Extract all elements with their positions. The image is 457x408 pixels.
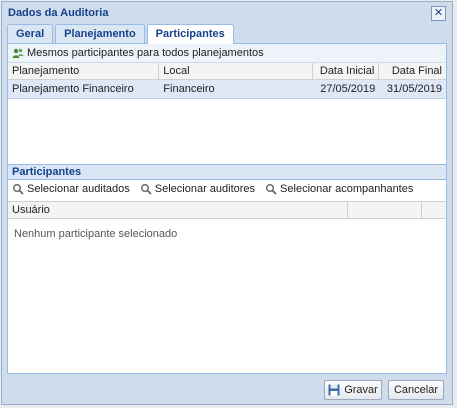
select-audited-label: Selecionar auditados bbox=[27, 183, 130, 195]
search-icon bbox=[265, 183, 277, 195]
tab-geral[interactable]: Geral bbox=[7, 24, 54, 43]
close-icon[interactable]: ✕ bbox=[431, 5, 446, 21]
tab-strip: Geral Planejamento Participantes bbox=[7, 24, 447, 44]
cell-data-inicial: 27/05/2019 bbox=[320, 83, 376, 95]
col-usuario[interactable]: Usuário bbox=[8, 202, 349, 218]
col-local[interactable]: Local bbox=[159, 63, 313, 79]
plan-toolbar: Mesmos participantes para todos planejam… bbox=[8, 44, 446, 63]
tab-planejamento[interactable]: Planejamento bbox=[55, 24, 145, 43]
select-auditors-label: Selecionar auditores bbox=[154, 183, 256, 195]
cell-planejamento: Planejamento Financeiro bbox=[12, 83, 134, 95]
participants-panel: Mesmos participantes para todos planejam… bbox=[7, 44, 447, 374]
cell-data-final: 31/05/2019 bbox=[386, 83, 442, 95]
plan-grid-header: Planejamento Local Data Inicial Data Fin… bbox=[8, 63, 446, 80]
col-data-inicial[interactable]: Data Inicial bbox=[313, 63, 380, 79]
cell-local: Financeiro bbox=[163, 83, 215, 95]
col-data-final[interactable]: Data Final bbox=[379, 63, 446, 79]
save-icon bbox=[328, 384, 340, 396]
participants-toolbar: Selecionar auditados Selecionar auditore… bbox=[8, 180, 446, 198]
same-participants-button[interactable]: Mesmos participantes para todos planejam… bbox=[12, 47, 264, 59]
dialog-title: Dados da Auditoria bbox=[8, 7, 109, 19]
participants-section-title: Participantes bbox=[8, 164, 446, 180]
select-companions-button[interactable]: Selecionar acompanhantes bbox=[265, 183, 413, 195]
cancel-button[interactable]: Cancelar bbox=[388, 380, 444, 400]
select-companions-label: Selecionar acompanhantes bbox=[280, 183, 414, 195]
table-row[interactable]: Planejamento Financeiro Financeiro 27/05… bbox=[8, 80, 446, 99]
col-planejamento[interactable]: Planejamento bbox=[8, 63, 160, 79]
select-audited-button[interactable]: Selecionar auditados bbox=[12, 183, 130, 195]
col-blank-2 bbox=[422, 202, 446, 218]
users-icon bbox=[12, 47, 24, 59]
dialog-footer: Gravar Cancelar bbox=[2, 376, 452, 404]
cancel-label: Cancelar bbox=[393, 384, 439, 396]
save-button[interactable]: Gravar bbox=[324, 380, 382, 400]
participants-grid-header: Usuário bbox=[8, 201, 446, 219]
tab-participantes[interactable]: Participantes bbox=[146, 24, 234, 44]
audit-dialog: Dados da Auditoria ✕ Geral Planejamento … bbox=[1, 1, 453, 405]
col-blank-1 bbox=[348, 202, 423, 218]
same-participants-label: Mesmos participantes para todos planejam… bbox=[27, 47, 264, 59]
search-icon bbox=[140, 183, 152, 195]
select-auditors-button[interactable]: Selecionar auditores bbox=[140, 183, 255, 195]
empty-message: Nenhum participante selecionado bbox=[14, 228, 178, 240]
dialog-titlebar: Dados da Auditoria ✕ bbox=[2, 2, 452, 24]
search-icon bbox=[12, 183, 24, 195]
save-label: Gravar bbox=[344, 384, 378, 396]
